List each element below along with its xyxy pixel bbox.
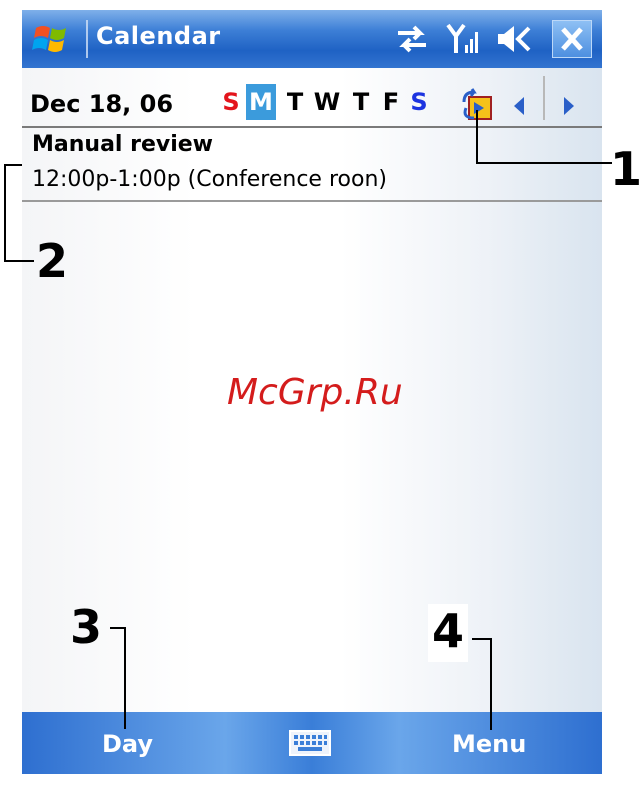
title-bar: Calendar xyxy=(22,10,602,68)
keyboard-icon[interactable] xyxy=(288,728,332,758)
callout-3-leader xyxy=(124,627,126,729)
current-date: Dec 18, 06 xyxy=(30,90,174,118)
weekday-thursday[interactable]: T xyxy=(346,84,376,120)
device-screen: Calendar Dec 18, 06 S M T W T F S Manual… xyxy=(22,10,602,774)
weekday-friday[interactable]: F xyxy=(376,84,406,120)
title-separator xyxy=(86,20,88,58)
nav-separator xyxy=(543,76,545,120)
appointment-title[interactable]: Manual review xyxy=(32,132,213,157)
date-navigation-row: Dec 18, 06 S M T W T F S xyxy=(22,68,602,128)
arrow-right-icon[interactable] xyxy=(558,94,580,118)
sync-arrows-icon[interactable] xyxy=(394,22,430,56)
softkey-bar: Day Menu xyxy=(22,712,602,774)
watermark: McGrp.Ru xyxy=(227,372,403,413)
callout-2-leader xyxy=(4,164,22,166)
app-title: Calendar xyxy=(96,22,221,50)
softkey-day[interactable]: Day xyxy=(102,730,153,758)
callout-1-leader xyxy=(476,110,478,164)
weekday-sunday[interactable]: S xyxy=(216,84,246,120)
callout-1: 1 xyxy=(610,142,640,196)
windows-start-icon[interactable] xyxy=(30,18,74,60)
weekday-saturday[interactable]: S xyxy=(404,84,434,120)
weekday-wednesday[interactable]: W xyxy=(312,84,342,120)
callout-3: 3 xyxy=(70,600,103,654)
appointment-detail[interactable]: 12:00p-1:00p (Conference roon) xyxy=(32,167,387,192)
signal-icon[interactable] xyxy=(446,22,482,56)
weekday-monday-selected[interactable]: M xyxy=(246,84,276,120)
callout-2-leader xyxy=(4,164,6,262)
close-icon xyxy=(561,27,583,51)
volume-muted-icon[interactable] xyxy=(496,22,532,56)
callout-4-leader xyxy=(490,638,492,730)
callout-1-leader xyxy=(476,162,612,164)
callout-4-leader xyxy=(472,638,492,640)
arrow-left-icon[interactable] xyxy=(508,94,530,118)
appointment-divider xyxy=(22,200,602,202)
callout-2-leader xyxy=(4,260,34,262)
callout-2: 2 xyxy=(36,234,69,288)
callout-4: 4 xyxy=(432,604,465,658)
softkey-menu[interactable]: Menu xyxy=(452,730,526,758)
today-icon[interactable] xyxy=(460,88,496,122)
close-button[interactable] xyxy=(552,20,592,58)
weekday-tuesday[interactable]: T xyxy=(280,84,310,120)
